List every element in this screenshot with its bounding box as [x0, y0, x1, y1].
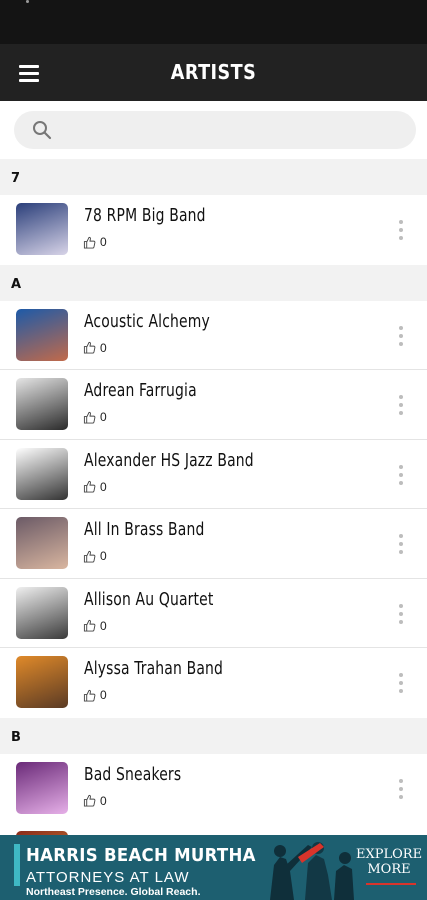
artist-thumbnail [16, 656, 68, 708]
page-title: ARTISTS [170, 60, 257, 84]
artist-thumbnail [16, 203, 68, 255]
explore-more-button[interactable]: EXPLORE MORE [356, 847, 422, 877]
artist-row[interactable]: Adrean Farrugia 0 [0, 370, 427, 440]
artist-thumbnail [16, 586, 68, 639]
artist-name: Alyssa Trahan Band [84, 658, 224, 679]
artist-name: Acoustic Alchemy [84, 310, 210, 332]
artist-name: Alexander HS Jazz Band [84, 449, 254, 471]
search-bar [0, 101, 427, 159]
more-options-button[interactable] [391, 599, 411, 629]
thumbs-up-icon [83, 619, 96, 632]
like-button[interactable]: 0 [83, 235, 107, 249]
like-button[interactable]: 0 [83, 619, 107, 633]
artist-name: Allison Au Quartet [84, 588, 214, 610]
artist-thumbnail [16, 308, 68, 361]
more-vertical-icon [399, 464, 403, 469]
thumbs-up-icon [83, 236, 96, 249]
ad-subheadline: ATTORNEYS AT LAW [26, 869, 190, 886]
like-button[interactable]: 0 [83, 549, 107, 563]
artist-row[interactable]: Alexander HS Jazz Band 0 [0, 439, 427, 509]
section-header: B [0, 717, 427, 754]
artist-name: Adrean Farrugia [84, 380, 197, 401]
like-count: 0 [100, 688, 107, 702]
more-vertical-icon [399, 778, 403, 783]
like-button[interactable]: 0 [83, 410, 107, 424]
more-options-button[interactable] [391, 390, 411, 420]
status-bar [0, 0, 427, 44]
more-vertical-icon [399, 534, 403, 538]
artist-thumbnail [16, 761, 68, 814]
search-box[interactable] [14, 111, 416, 149]
ad-headline: HARRIS BEACH MURTHA [26, 845, 256, 866]
artist-row[interactable]: All In Brass Band 0 [0, 509, 427, 579]
artist-row[interactable]: Acoustic Alchemy 0 [0, 300, 427, 370]
artist-row[interactable]: 78 RPM Big Band 0 [0, 195, 427, 265]
artist-name: All In Brass Band [84, 519, 205, 540]
ad-illustration [270, 842, 354, 900]
like-count: 0 [100, 410, 107, 424]
more-vertical-icon [399, 603, 403, 608]
artist-thumbnail [16, 378, 68, 430]
like-count: 0 [100, 793, 107, 808]
artist-thumbnail [16, 447, 68, 500]
app-bar: ARTISTS [0, 44, 427, 101]
more-vertical-icon [399, 220, 403, 224]
more-options-button[interactable] [391, 529, 411, 559]
more-options-button[interactable] [391, 215, 411, 245]
artist-row[interactable]: Bad Sneakers 0 [0, 753, 427, 823]
thumbs-up-icon [83, 480, 96, 493]
more-options-button[interactable] [391, 321, 411, 351]
artist-thumbnail [16, 517, 68, 569]
status-indicator [26, 0, 29, 3]
thumbs-up-icon [83, 550, 96, 563]
search-icon [33, 121, 52, 140]
ad-cta-underline [366, 883, 416, 885]
like-button[interactable]: 0 [83, 794, 107, 808]
like-count: 0 [100, 479, 107, 494]
like-count: 0 [100, 618, 107, 633]
more-vertical-icon [399, 325, 403, 330]
artist-list: 7 78 RPM Big Band 0 A Acoustic Alchemy 0 Adrea… [0, 159, 427, 835]
more-options-button[interactable] [391, 460, 411, 490]
like-button[interactable]: 0 [83, 341, 107, 355]
artist-row-partial[interactable] [0, 823, 427, 835]
like-count: 0 [100, 340, 107, 355]
ad-tagline: Northeast Presence. Global Reach. [26, 886, 201, 898]
artist-name: 78 RPM Big Band [84, 205, 206, 226]
more-vertical-icon [399, 395, 403, 399]
like-button[interactable]: 0 [83, 688, 107, 702]
like-count: 0 [100, 549, 107, 563]
ad-banner[interactable]: HARRIS BEACH MURTHA ATTORNEYS AT LAW Nor… [0, 835, 427, 900]
like-button[interactable]: 0 [83, 480, 107, 494]
thumbs-up-icon [83, 411, 96, 424]
artist-name: Bad Sneakers [84, 763, 182, 785]
more-options-button[interactable] [391, 774, 411, 804]
artist-row[interactable]: Alyssa Trahan Band 0 [0, 648, 427, 718]
search-input[interactable] [60, 111, 400, 149]
section-header: A [0, 264, 427, 301]
more-vertical-icon [399, 673, 403, 677]
thumbs-up-icon [83, 341, 96, 354]
more-options-button[interactable] [391, 668, 411, 698]
ad-accent-bar [14, 844, 20, 886]
like-count: 0 [100, 235, 107, 249]
artist-row[interactable]: Allison Au Quartet 0 [0, 578, 427, 648]
thumbs-up-icon [83, 794, 96, 807]
section-header: 7 [0, 159, 427, 195]
thumbs-up-icon [83, 689, 96, 702]
